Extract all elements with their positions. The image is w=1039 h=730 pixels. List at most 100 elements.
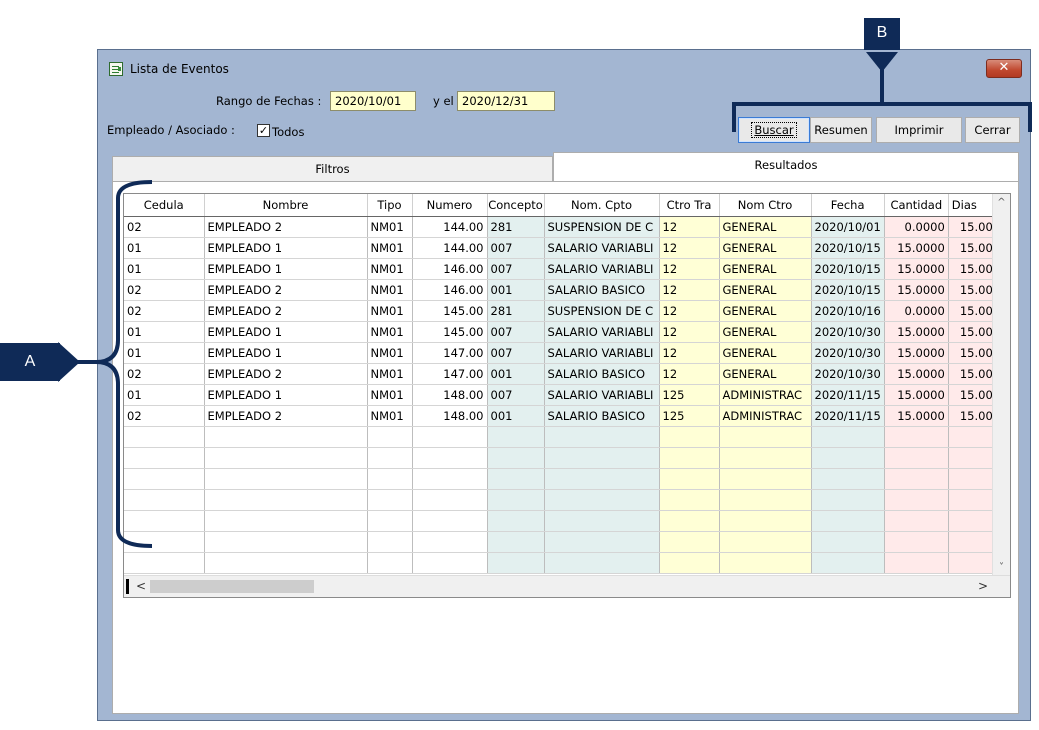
nom-ctro-cell[interactable]: ADMINISTRAC bbox=[719, 384, 812, 406]
empty-cell[interactable] bbox=[811, 468, 885, 490]
nom-ctro-cell[interactable]: GENERAL bbox=[719, 216, 812, 238]
empty-cell[interactable] bbox=[948, 510, 997, 532]
concepto-cell[interactable]: 001 bbox=[487, 405, 545, 427]
empty-cell[interactable] bbox=[367, 426, 413, 448]
col-header[interactable]: Numero bbox=[412, 194, 488, 217]
nom-cpto-cell[interactable]: SALARIO VARIABLI bbox=[544, 384, 660, 406]
cantidad-cell[interactable]: 15.0000 bbox=[884, 363, 949, 385]
empty-cell[interactable] bbox=[811, 489, 885, 511]
nombre-cell[interactable]: EMPLEADO 1 bbox=[204, 258, 368, 280]
col-header[interactable]: Cantidad bbox=[884, 194, 949, 217]
empty-cell[interactable] bbox=[948, 426, 997, 448]
cantidad-cell[interactable]: 15.0000 bbox=[884, 237, 949, 259]
concepto-cell[interactable]: 007 bbox=[487, 384, 545, 406]
empty-cell[interactable] bbox=[659, 531, 720, 553]
concepto-cell[interactable]: 281 bbox=[487, 216, 545, 238]
empty-cell[interactable] bbox=[719, 489, 812, 511]
concepto-cell[interactable]: 007 bbox=[487, 342, 545, 364]
empty-cell[interactable] bbox=[487, 468, 545, 490]
tipo-cell[interactable]: NM01 bbox=[367, 384, 413, 406]
ctro-tra-cell[interactable]: 12 bbox=[659, 363, 720, 385]
empty-cell[interactable] bbox=[811, 531, 885, 553]
fecha-cell[interactable]: 2020/10/30 bbox=[811, 321, 885, 343]
concepto-cell[interactable]: 007 bbox=[487, 321, 545, 343]
cantidad-cell[interactable]: 15.0000 bbox=[884, 279, 949, 301]
numero-cell[interactable]: 147.00 bbox=[412, 342, 488, 364]
empty-cell[interactable] bbox=[884, 447, 949, 469]
empty-cell[interactable] bbox=[204, 489, 368, 511]
numero-cell[interactable]: 147.00 bbox=[412, 363, 488, 385]
empty-cell[interactable] bbox=[948, 468, 997, 490]
empty-cell[interactable] bbox=[204, 552, 368, 574]
empty-cell[interactable] bbox=[948, 531, 997, 553]
date-to-field[interactable]: 2020/12/31 bbox=[457, 91, 555, 111]
empty-cell[interactable] bbox=[884, 426, 949, 448]
concepto-cell[interactable]: 007 bbox=[487, 237, 545, 259]
empty-cell[interactable] bbox=[659, 552, 720, 574]
nombre-cell[interactable]: EMPLEADO 2 bbox=[204, 405, 368, 427]
nom-cpto-cell[interactable]: SALARIO VARIABLI bbox=[544, 258, 660, 280]
todos-checkbox[interactable]: ✓ bbox=[257, 124, 270, 137]
empty-cell[interactable] bbox=[124, 468, 205, 490]
nom-ctro-cell[interactable]: ADMINISTRAC bbox=[719, 405, 812, 427]
cedula-cell[interactable]: 01 bbox=[124, 342, 205, 364]
empty-cell[interactable] bbox=[659, 426, 720, 448]
fecha-cell[interactable]: 2020/10/16 bbox=[811, 300, 885, 322]
cedula-cell[interactable]: 01 bbox=[124, 258, 205, 280]
col-header[interactable]: Nom. Cpto bbox=[544, 194, 660, 217]
tipo-cell[interactable]: NM01 bbox=[367, 342, 413, 364]
empty-cell[interactable] bbox=[544, 447, 660, 469]
empty-row[interactable] bbox=[124, 552, 997, 574]
fecha-cell[interactable]: 2020/10/15 bbox=[811, 258, 885, 280]
table-row[interactable]: 01 EMPLEADO 1 NM01 148.00 007 SALARIO VARIABL… bbox=[124, 384, 997, 406]
concepto-cell[interactable]: 001 bbox=[487, 279, 545, 301]
empty-cell[interactable] bbox=[884, 552, 949, 574]
nombre-cell[interactable]: EMPLEADO 2 bbox=[204, 216, 368, 238]
dias-cell[interactable]: 15.00 bbox=[948, 321, 997, 343]
table-row[interactable]: 01 EMPLEADO 1 NM01 145.00 007 SALARIO VARIABL… bbox=[124, 321, 997, 343]
cantidad-cell[interactable]: 0.0000 bbox=[884, 216, 949, 238]
dias-cell[interactable]: 15.00 bbox=[948, 384, 997, 406]
fecha-cell[interactable]: 2020/10/15 bbox=[811, 279, 885, 301]
cedula-cell[interactable]: 01 bbox=[124, 321, 205, 343]
nom-cpto-cell[interactable]: SUSPENSION DE C bbox=[544, 300, 660, 322]
cantidad-cell[interactable]: 15.0000 bbox=[884, 384, 949, 406]
empty-cell[interactable] bbox=[884, 489, 949, 511]
resumen-button[interactable]: Resumen bbox=[810, 117, 872, 143]
tipo-cell[interactable]: NM01 bbox=[367, 363, 413, 385]
cantidad-cell[interactable]: 15.0000 bbox=[884, 342, 949, 364]
empty-cell[interactable] bbox=[412, 489, 488, 511]
table-row[interactable]: 02 EMPLEADO 2 NM01 146.00 001 SALARIO BASICO 1… bbox=[124, 279, 997, 301]
vertical-scrollbar[interactable]: ^ ˅ bbox=[992, 194, 1010, 576]
empty-row[interactable] bbox=[124, 510, 997, 532]
empty-cell[interactable] bbox=[367, 447, 413, 469]
empty-row[interactable] bbox=[124, 426, 997, 448]
col-header[interactable]: Tipo bbox=[367, 194, 413, 217]
dias-cell[interactable]: 15.00 bbox=[948, 363, 997, 385]
ctro-tra-cell[interactable]: 12 bbox=[659, 279, 720, 301]
fecha-cell[interactable]: 2020/10/01 bbox=[811, 216, 885, 238]
tipo-cell[interactable]: NM01 bbox=[367, 216, 413, 238]
nombre-cell[interactable]: EMPLEADO 1 bbox=[204, 342, 368, 364]
empty-cell[interactable] bbox=[412, 426, 488, 448]
tipo-cell[interactable]: NM01 bbox=[367, 321, 413, 343]
cedula-cell[interactable]: 02 bbox=[124, 279, 205, 301]
cantidad-cell[interactable]: 15.0000 bbox=[884, 258, 949, 280]
fecha-cell[interactable]: 2020/10/15 bbox=[811, 237, 885, 259]
empty-cell[interactable] bbox=[487, 489, 545, 511]
cantidad-cell[interactable]: 0.0000 bbox=[884, 300, 949, 322]
empty-cell[interactable] bbox=[204, 447, 368, 469]
col-header[interactable]: Fecha bbox=[811, 194, 885, 217]
nom-cpto-cell[interactable]: SALARIO VARIABLI bbox=[544, 321, 660, 343]
cantidad-cell[interactable]: 15.0000 bbox=[884, 321, 949, 343]
cantidad-cell[interactable]: 15.0000 bbox=[884, 405, 949, 427]
empty-cell[interactable] bbox=[811, 552, 885, 574]
numero-cell[interactable]: 144.00 bbox=[412, 216, 488, 238]
empty-cell[interactable] bbox=[544, 552, 660, 574]
concepto-cell[interactable]: 281 bbox=[487, 300, 545, 322]
nom-ctro-cell[interactable]: GENERAL bbox=[719, 321, 812, 343]
empty-cell[interactable] bbox=[948, 447, 997, 469]
empty-cell[interactable] bbox=[124, 510, 205, 532]
numero-cell[interactable]: 145.00 bbox=[412, 300, 488, 322]
empty-cell[interactable] bbox=[412, 468, 488, 490]
